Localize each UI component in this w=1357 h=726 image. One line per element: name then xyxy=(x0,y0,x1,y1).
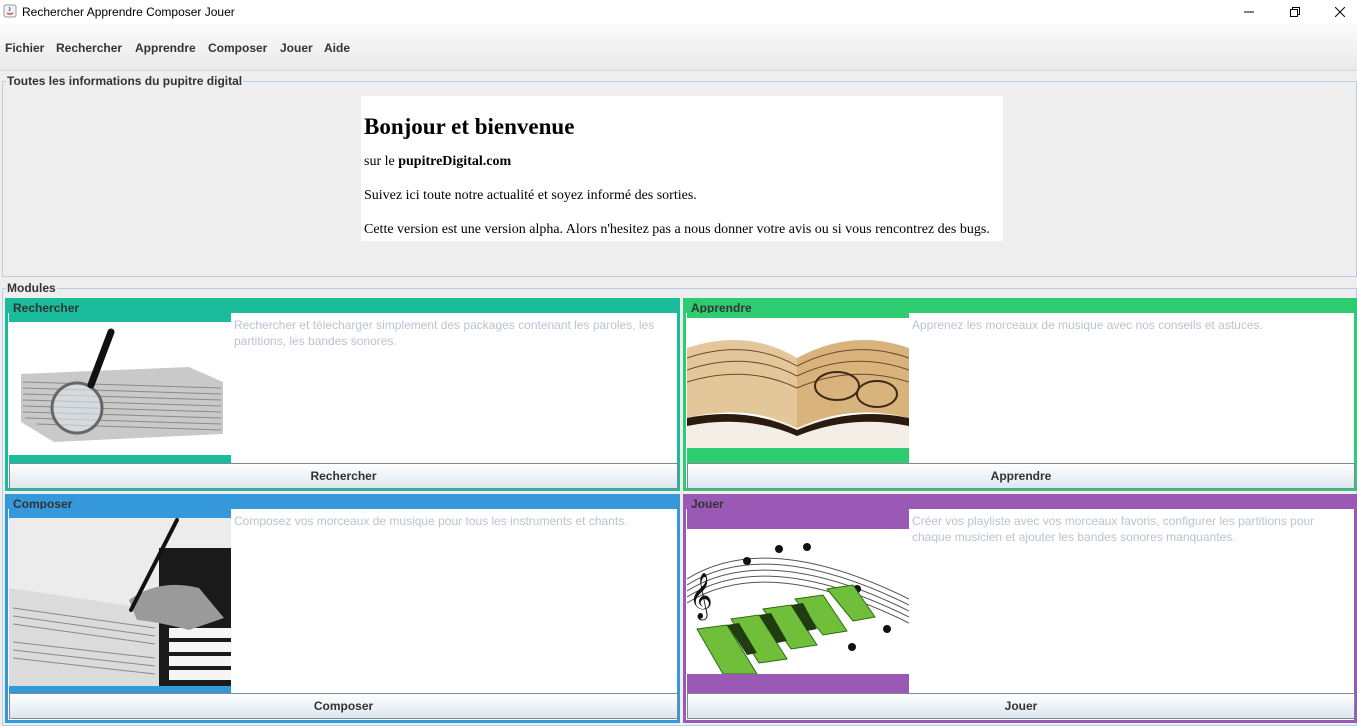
welcome-news-line: Suivez ici toute notre actualité et soye… xyxy=(364,188,697,203)
composer-button[interactable]: Composer xyxy=(9,693,678,719)
module-rechercher: Rechercher Rechercher et télecharger sim… xyxy=(5,298,680,491)
welcome-alpha-line: Cette version est une version alpha. Alo… xyxy=(364,222,990,237)
minimize-button[interactable] xyxy=(1226,0,1272,24)
menu-composer[interactable]: Composer xyxy=(208,41,267,55)
close-button[interactable] xyxy=(1317,0,1357,24)
welcome-site-name: pupitreDigital.com xyxy=(398,154,512,169)
welcome-message: Bonjour et bienvenue sur le pupitreDigit… xyxy=(361,96,1003,241)
welcome-site-prefix: sur le xyxy=(364,154,399,169)
welcome-heading: Bonjour et bienvenue xyxy=(364,114,575,139)
java-app-icon xyxy=(3,4,17,18)
menu-jouer[interactable]: Jouer xyxy=(280,41,313,55)
restore-icon xyxy=(1290,7,1300,17)
info-panel-title: Toutes les informations du pupitre digit… xyxy=(6,74,244,88)
menu-rechercher[interactable]: Rechercher xyxy=(56,41,122,55)
menu-aide[interactable]: Aide xyxy=(324,41,350,55)
svg-text:𝄞: 𝄞 xyxy=(689,573,713,621)
hand-writing-score-image xyxy=(9,518,231,686)
rechercher-button[interactable]: Rechercher xyxy=(9,463,678,489)
piano-music-notes-image: 𝄞 xyxy=(687,529,909,674)
module-jouer: Jouer 𝄞 Créer vos playliste avec vos mor… xyxy=(683,494,1357,723)
open-book-glasses-image xyxy=(687,318,909,448)
module-apprendre-header xyxy=(686,301,1354,313)
window-title: Rechercher Apprendre Composer Jouer xyxy=(22,5,235,19)
menu-apprendre[interactable]: Apprendre xyxy=(135,41,196,55)
module-jouer-description: Créer vos playliste avec vos morceaux fa… xyxy=(912,514,1315,544)
module-rechercher-header xyxy=(8,301,677,313)
title-bar: Rechercher Apprendre Composer Jouer xyxy=(0,0,1357,24)
minimize-icon xyxy=(1244,11,1254,13)
newspapers-magnifier-image xyxy=(9,322,231,455)
modules-panel-title: Modules xyxy=(6,281,57,295)
apprendre-button[interactable]: Apprendre xyxy=(687,463,1355,489)
module-composer: Composer Composez vos morceaux de musiqu… xyxy=(5,494,680,723)
module-composer-header xyxy=(8,497,677,509)
jouer-button[interactable]: Jouer xyxy=(687,693,1355,719)
module-apprendre-description: Apprenez les morceaux de musique avec no… xyxy=(912,318,1263,332)
menu-fichier[interactable]: Fichier xyxy=(5,41,44,55)
module-rechercher-description: Rechercher et télecharger simplement des… xyxy=(234,318,655,348)
welcome-site-line: sur le pupitreDigital.com xyxy=(364,154,511,170)
menu-bar: Fichier Rechercher Apprendre Composer Jo… xyxy=(0,24,1357,71)
module-composer-description: Composez vos morceaux de musique pour to… xyxy=(234,514,628,528)
module-jouer-header xyxy=(686,497,1354,509)
close-icon xyxy=(1335,7,1345,17)
module-apprendre: Apprendre Apprenez les morceaux de musiq… xyxy=(683,298,1357,491)
restore-button[interactable] xyxy=(1272,0,1318,24)
